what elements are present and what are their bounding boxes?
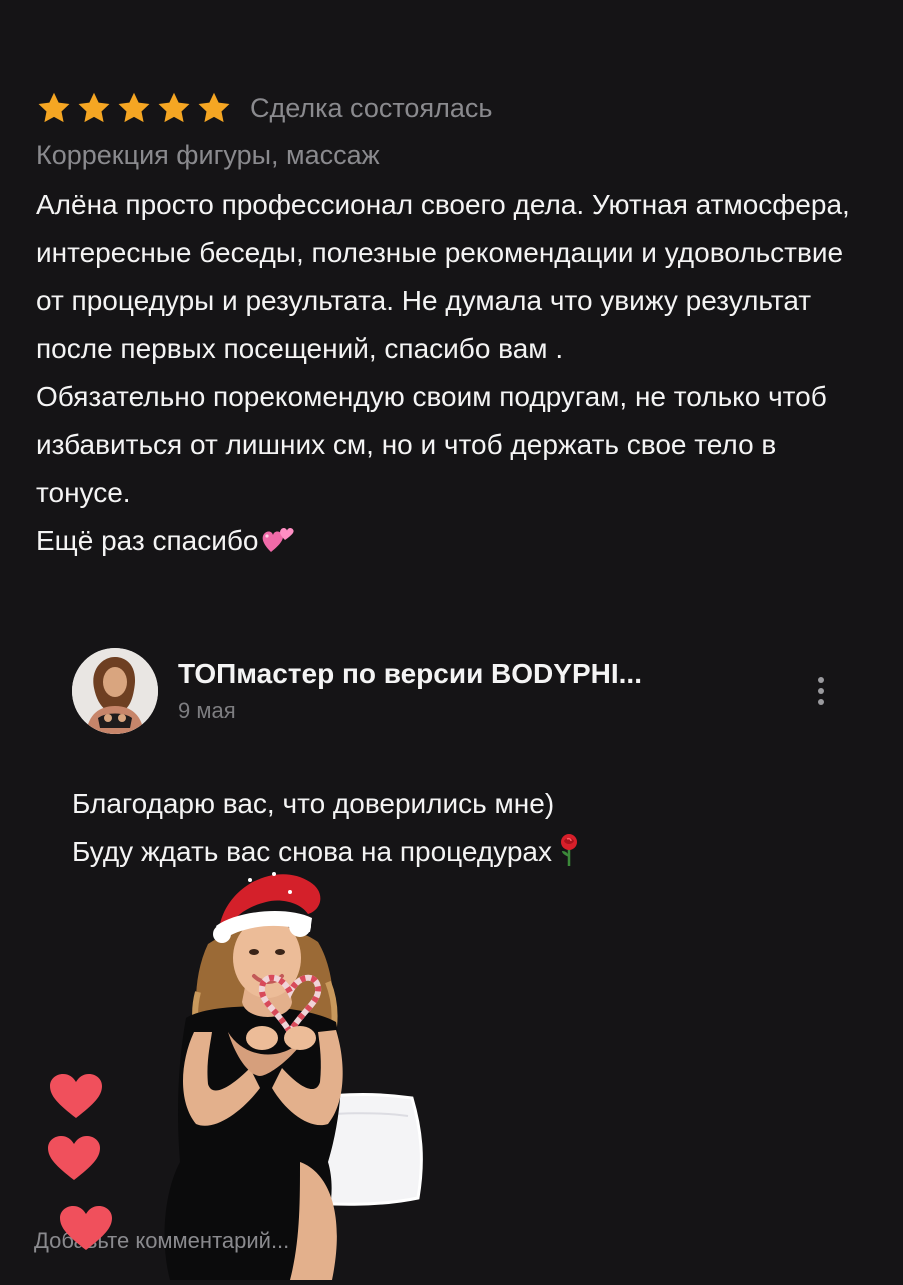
heart-icon	[60, 1206, 112, 1252]
reply-date: 9 мая	[178, 698, 236, 723]
avatar[interactable]	[72, 648, 158, 734]
master-reply: ТОПмастер по версии BODYPHI... 9 мая Бла…	[72, 648, 852, 882]
heart-icon	[48, 1136, 100, 1182]
santa-woman-sticker	[150, 862, 440, 1280]
reply-paragraph: Благодарю вас, что доверились мне)	[72, 788, 555, 819]
two-hearts-icon	[261, 523, 295, 571]
star-icon	[196, 90, 232, 126]
review-closing: Ещё раз спасибо	[36, 525, 259, 556]
review-paragraph: Алёна просто профессионал своего дела. У…	[36, 189, 850, 364]
deal-status: Сделка состоялась	[250, 92, 493, 123]
rose-icon	[556, 833, 582, 882]
review-card: Сделка состоялась Коррекция фигуры, масс…	[36, 88, 866, 571]
service-category: Коррекция фигуры, массаж	[36, 140, 380, 170]
reply-meta: ТОПмастер по версии BODYPHI... 9 мая	[178, 658, 806, 724]
review-paragraph: Ещё раз спасибо	[36, 517, 866, 571]
author-name[interactable]: ТОПмастер по версии BODYPHI...	[178, 658, 806, 690]
star-icon	[76, 90, 112, 126]
rating-row: Сделка состоялась	[36, 88, 866, 128]
star-icon	[36, 90, 72, 126]
star-rating	[36, 90, 232, 126]
star-icon	[156, 90, 192, 126]
reply-header: ТОПмастер по версии BODYPHI... 9 мая	[72, 648, 852, 734]
more-options-icon[interactable]	[806, 677, 836, 705]
star-icon	[116, 90, 152, 126]
heart-icon	[50, 1074, 102, 1120]
review-paragraph: Обязательно порекомендую своим подругам,…	[36, 381, 827, 508]
review-text: Алёна просто профессионал своего дела. У…	[36, 181, 866, 571]
